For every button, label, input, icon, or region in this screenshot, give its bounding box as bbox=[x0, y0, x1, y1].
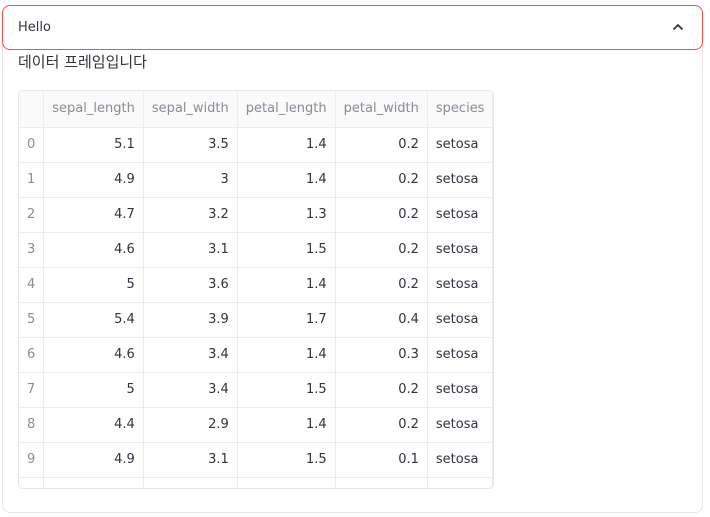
cell-sepal-length[interactable]: 4.9 bbox=[43, 442, 144, 478]
header-row: sepal_length sepal_width petal_length pe… bbox=[19, 91, 493, 128]
expander-header[interactable]: Hello bbox=[2, 5, 703, 50]
row-index[interactable]: 9 bbox=[19, 442, 45, 478]
cell-petal-width[interactable]: 0.3 bbox=[335, 337, 428, 373]
cell-petal-length[interactable]: 1.3 bbox=[237, 197, 336, 233]
cell-petal-length[interactable]: 1.4 bbox=[237, 407, 336, 443]
cell-petal-width[interactable]: 0.2 bbox=[335, 372, 428, 408]
cell-petal-length[interactable]: 1.4 bbox=[237, 127, 336, 163]
cell-sepal-width[interactable]: 3 bbox=[143, 162, 238, 198]
cell-species[interactable]: setosa bbox=[427, 162, 493, 198]
cell-petal-length[interactable]: 1.4 bbox=[237, 337, 336, 373]
cell-petal-width[interactable]: 0.2 bbox=[335, 232, 428, 268]
chevron-up-icon[interactable] bbox=[671, 20, 685, 34]
cell-species[interactable]: setosa bbox=[427, 372, 493, 408]
cell-species[interactable]: setosa bbox=[427, 337, 493, 373]
cell-petal-length[interactable]: 1.5 bbox=[237, 442, 336, 478]
cell-sepal-width[interactable]: 3.2 bbox=[143, 197, 238, 233]
cell-petal-length[interactable]: 1.5 bbox=[237, 372, 336, 408]
table-row: 6 4.6 3.4 1.4 0.3 setosa bbox=[19, 337, 493, 373]
cell-species[interactable]: setosa bbox=[427, 127, 493, 163]
empty-cell bbox=[143, 477, 238, 488]
column-header-index[interactable] bbox=[19, 91, 45, 128]
cell-species[interactable]: setosa bbox=[427, 302, 493, 338]
expander-title: Hello bbox=[18, 20, 51, 35]
row-index[interactable]: 7 bbox=[19, 372, 45, 408]
cell-petal-width[interactable]: 0.2 bbox=[335, 162, 428, 198]
table-row: 2 4.7 3.2 1.3 0.2 setosa bbox=[19, 197, 493, 233]
cell-petal-width[interactable]: 0.2 bbox=[335, 267, 428, 303]
cell-petal-width[interactable]: 0.4 bbox=[335, 302, 428, 338]
cell-sepal-length[interactable]: 5.4 bbox=[43, 302, 144, 338]
empty-cell bbox=[335, 477, 428, 488]
row-index[interactable]: 8 bbox=[19, 407, 45, 443]
cell-species[interactable]: setosa bbox=[427, 442, 493, 478]
table-row: 9 4.9 3.1 1.5 0.1 setosa bbox=[19, 442, 493, 478]
cell-petal-width[interactable]: 0.2 bbox=[335, 127, 428, 163]
cell-petal-length[interactable]: 1.5 bbox=[237, 232, 336, 268]
table-row: 8 4.4 2.9 1.4 0.2 setosa bbox=[19, 407, 493, 443]
cell-sepal-length[interactable]: 5 bbox=[43, 372, 144, 408]
cell-sepal-width[interactable]: 3.1 bbox=[143, 442, 238, 478]
cell-petal-width[interactable]: 0.2 bbox=[335, 407, 428, 443]
row-index[interactable]: 3 bbox=[19, 232, 45, 268]
table-row: 1 4.9 3 1.4 0.2 setosa bbox=[19, 162, 493, 198]
cell-sepal-width[interactable]: 3.9 bbox=[143, 302, 238, 338]
cell-sepal-width[interactable]: 3.5 bbox=[143, 127, 238, 163]
row-index[interactable]: 4 bbox=[19, 267, 45, 303]
cell-sepal-length[interactable]: 4.6 bbox=[43, 337, 144, 373]
table-row: 4 5 3.6 1.4 0.2 setosa bbox=[19, 267, 493, 303]
column-header-petal-length[interactable]: petal_length bbox=[237, 91, 336, 128]
row-index[interactable]: 5 bbox=[19, 302, 45, 338]
table-row: 0 5.1 3.5 1.4 0.2 setosa bbox=[19, 127, 493, 163]
empty-cell bbox=[43, 477, 144, 488]
cell-species[interactable]: setosa bbox=[427, 232, 493, 268]
table-row: 5 5.4 3.9 1.7 0.4 setosa bbox=[19, 302, 493, 338]
cell-petal-length[interactable]: 1.7 bbox=[237, 302, 336, 338]
cell-sepal-length[interactable]: 4.9 bbox=[43, 162, 144, 198]
row-index[interactable]: 6 bbox=[19, 337, 45, 373]
column-header-sepal-length[interactable]: sepal_length bbox=[43, 91, 144, 128]
cell-petal-width[interactable]: 0.1 bbox=[335, 442, 428, 478]
cell-sepal-width[interactable]: 3.4 bbox=[143, 372, 238, 408]
cell-sepal-length[interactable]: 4.6 bbox=[43, 232, 144, 268]
cell-petal-length[interactable]: 1.4 bbox=[237, 162, 336, 198]
cell-species[interactable]: setosa bbox=[427, 407, 493, 443]
cell-sepal-width[interactable]: 3.1 bbox=[143, 232, 238, 268]
cell-petal-width[interactable]: 0.2 bbox=[335, 197, 428, 233]
table-row: 3 4.6 3.1 1.5 0.2 setosa bbox=[19, 232, 493, 268]
cell-sepal-length[interactable]: 5 bbox=[43, 267, 144, 303]
cell-sepal-length[interactable]: 5.1 bbox=[43, 127, 144, 163]
cell-sepal-length[interactable]: 4.4 bbox=[43, 407, 144, 443]
empty-cell bbox=[427, 477, 493, 488]
cell-sepal-width[interactable]: 3.4 bbox=[143, 337, 238, 373]
dataframe-caption: 데이터 프레임입니다 bbox=[18, 53, 147, 71]
cell-species[interactable]: setosa bbox=[427, 197, 493, 233]
cell-sepal-width[interactable]: 3.6 bbox=[143, 267, 238, 303]
column-header-sepal-width[interactable]: sepal_width bbox=[143, 91, 238, 128]
empty-cell bbox=[19, 477, 45, 488]
table-row-partial bbox=[19, 477, 493, 488]
cell-petal-length[interactable]: 1.4 bbox=[237, 267, 336, 303]
column-header-species[interactable]: species bbox=[427, 91, 493, 128]
cell-sepal-width[interactable]: 2.9 bbox=[143, 407, 238, 443]
cell-species[interactable]: setosa bbox=[427, 267, 493, 303]
row-index[interactable]: 1 bbox=[19, 162, 45, 198]
table-row: 7 5 3.4 1.5 0.2 setosa bbox=[19, 372, 493, 408]
row-index[interactable]: 2 bbox=[19, 197, 45, 233]
empty-cell bbox=[237, 477, 336, 488]
cell-sepal-length[interactable]: 4.7 bbox=[43, 197, 144, 233]
dataframe[interactable]: sepal_length sepal_width petal_length pe… bbox=[18, 90, 494, 489]
dataframe-table: sepal_length sepal_width petal_length pe… bbox=[19, 91, 493, 488]
row-index[interactable]: 0 bbox=[19, 127, 45, 163]
column-header-petal-width[interactable]: petal_width bbox=[335, 91, 428, 128]
